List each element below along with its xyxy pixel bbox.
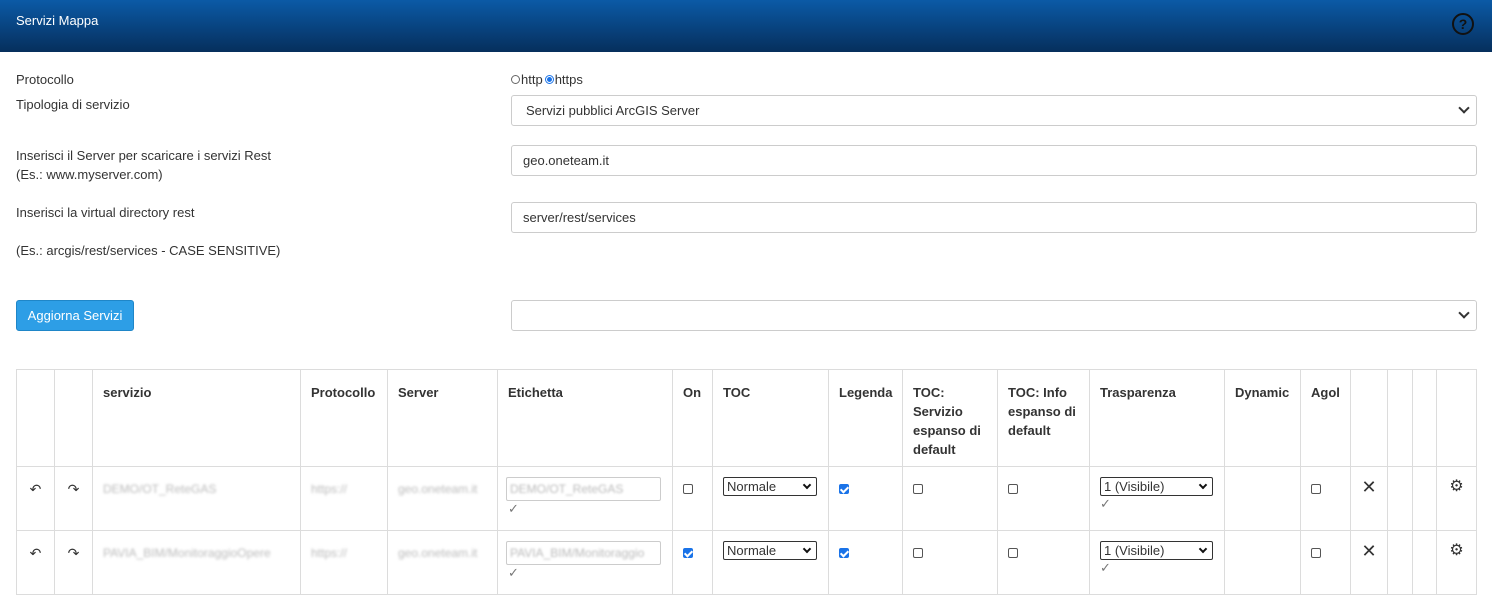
services-select[interactable]: [511, 300, 1477, 331]
label-input-value: PAVIA_BIM/Monitoraggio: [510, 546, 645, 560]
col-header-service[interactable]: servizio: [92, 369, 301, 467]
delete-icon[interactable]: ✕: [1361, 478, 1377, 496]
toc-select-value: Normale: [727, 543, 777, 558]
services-table: servizio Protocollo Server Etichetta On …: [16, 369, 1477, 595]
agol-checkbox[interactable]: [1311, 484, 1321, 494]
col-header-server[interactable]: Server: [387, 369, 498, 467]
chevron-down-icon: [1198, 480, 1208, 490]
chevron-down-icon: [1458, 102, 1470, 114]
move-down-icon[interactable]: ↷: [65, 481, 82, 498]
col-header-move-down: [54, 369, 93, 467]
chevron-down-icon: [802, 544, 812, 554]
transparency-select-value: 1 (Visibile): [1104, 479, 1165, 494]
col-header-protocol[interactable]: Protocollo: [300, 369, 388, 467]
chevron-down-icon: [1198, 544, 1208, 554]
page-header: Servizi Mappa ?: [0, 0, 1492, 52]
empty-cell: [1387, 530, 1413, 595]
empty-cell: [1412, 530, 1437, 595]
chevron-down-icon: [802, 480, 812, 490]
toc-info-expanded-checkbox[interactable]: [1008, 548, 1018, 558]
col-header-legend[interactable]: Legenda: [828, 369, 903, 467]
on-checkbox[interactable]: [683, 548, 693, 558]
col-header-toc[interactable]: TOC: [712, 369, 829, 467]
server-input[interactable]: geo.oneteam.it: [511, 145, 1477, 176]
protocol-label: Protocollo: [16, 72, 74, 87]
table-row: ↶ ↷ DEMO/OT_ReteGAS https:// geo.oneteam…: [16, 466, 1477, 531]
service-protocol: https://: [311, 482, 348, 496]
table-header-row: servizio Protocollo Server Etichetta On …: [16, 369, 1477, 467]
col-header-on[interactable]: On: [672, 369, 713, 467]
empty-cell: [1412, 466, 1437, 531]
service-protocol: https://: [311, 546, 348, 560]
label-input[interactable]: PAVIA_BIM/Monitoraggio: [506, 541, 661, 565]
dynamic-cell: [1224, 466, 1301, 531]
col-header-dynamic[interactable]: Dynamic: [1224, 369, 1301, 467]
col-header-label[interactable]: Etichetta: [497, 369, 673, 467]
move-up-icon[interactable]: ↶: [27, 545, 44, 562]
transparency-select[interactable]: 1 (Visibile): [1100, 541, 1213, 560]
checkmark-icon[interactable]: ✓: [1100, 561, 1214, 575]
radio-https-label: https: [554, 71, 583, 87]
gear-icon[interactable]: ⚙: [1447, 543, 1466, 559]
service-server: geo.oneteam.it: [398, 482, 478, 496]
delete-icon[interactable]: ✕: [1361, 542, 1377, 560]
server-hint: (Es.: www.myserver.com): [16, 167, 163, 182]
page-title: Servizi Mappa: [16, 13, 99, 28]
toc-select[interactable]: Normale: [723, 477, 817, 496]
toc-service-expanded-checkbox[interactable]: [913, 484, 923, 494]
service-name: PAVIA_BIM/MonitoraggioOpere: [103, 546, 271, 560]
agol-checkbox[interactable]: [1311, 548, 1321, 558]
radio-http[interactable]: [511, 74, 520, 84]
col-header-toc-service-expanded[interactable]: TOC: Servizio espanso di default: [902, 369, 998, 467]
col-header-extra-2: [1412, 369, 1437, 467]
col-header-extra-1: [1387, 369, 1413, 467]
col-header-transparency[interactable]: Trasparenza: [1089, 369, 1225, 467]
checkmark-icon[interactable]: ✓: [508, 502, 662, 516]
toc-service-expanded-checkbox[interactable]: [913, 548, 923, 558]
legend-checkbox[interactable]: [839, 484, 849, 494]
move-down-icon[interactable]: ↷: [65, 545, 82, 562]
service-server: geo.oneteam.it: [398, 546, 478, 560]
transparency-select-value: 1 (Visibile): [1104, 543, 1165, 558]
legend-checkbox[interactable]: [839, 548, 849, 558]
help-icon[interactable]: ?: [1452, 13, 1474, 35]
server-label: Inserisci il Server per scaricare i serv…: [16, 148, 272, 163]
radio-http-label: http: [521, 71, 543, 87]
update-services-button[interactable]: Aggiorna Servizi: [16, 300, 134, 331]
on-checkbox[interactable]: [683, 484, 693, 494]
move-up-icon[interactable]: ↶: [27, 481, 44, 498]
chevron-down-icon: [1458, 307, 1470, 319]
col-header-agol[interactable]: Agol: [1300, 369, 1351, 467]
radio-https[interactable]: [544, 74, 554, 84]
col-header-move-up: [16, 369, 55, 467]
col-header-toc-info-expanded[interactable]: TOC: Info espanso di default: [997, 369, 1090, 467]
vdir-label: Inserisci la virtual directory rest: [16, 205, 195, 220]
vdir-input[interactable]: server/rest/services: [511, 202, 1477, 233]
table-row: ↶ ↷ PAVIA_BIM/MonitoraggioOpere https://…: [16, 530, 1477, 595]
checkmark-icon[interactable]: ✓: [508, 566, 662, 580]
label-input-value: DEMO/OT_ReteGAS: [510, 482, 624, 496]
dynamic-cell: [1224, 530, 1301, 595]
gear-icon[interactable]: ⚙: [1447, 479, 1466, 495]
toc-info-expanded-checkbox[interactable]: [1008, 484, 1018, 494]
toc-select-value: Normale: [727, 479, 777, 494]
service-name: DEMO/OT_ReteGAS: [103, 482, 217, 496]
protocol-radio-group: http https: [511, 70, 583, 88]
col-header-delete: [1350, 369, 1388, 467]
toc-select[interactable]: Normale: [723, 541, 817, 560]
checkmark-icon[interactable]: ✓: [1100, 497, 1214, 511]
transparency-select[interactable]: 1 (Visibile): [1100, 477, 1213, 496]
empty-cell: [1387, 466, 1413, 531]
vdir-hint: (Es.: arcgis/rest/services - CASE SENSIT…: [16, 243, 281, 258]
service-type-select[interactable]: Servizi pubblici ArcGIS Server: [511, 95, 1477, 126]
service-type-value: Servizi pubblici ArcGIS Server: [526, 103, 700, 118]
col-header-settings: [1436, 369, 1477, 467]
service-type-label: Tipologia di servizio: [16, 97, 130, 112]
label-input[interactable]: DEMO/OT_ReteGAS: [506, 477, 661, 501]
